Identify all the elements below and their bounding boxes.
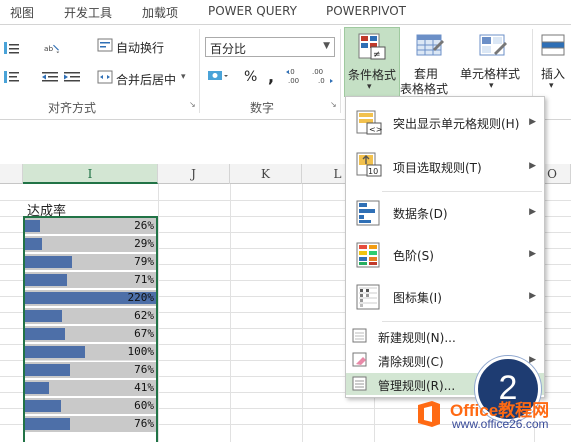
insert-cells-icon	[541, 34, 565, 56]
chevron-down-icon: ▾	[489, 81, 494, 91]
number-group-label: 数字	[250, 101, 275, 115]
group-divider	[340, 29, 341, 113]
percent-style-button[interactable]: %	[244, 69, 257, 85]
menu-label: 图标集(I)	[393, 291, 442, 305]
eraser-icon	[352, 352, 367, 367]
menu-item-new-rule[interactable]: 新建规则(N)...	[346, 325, 544, 347]
increase-indent-icon[interactable]	[64, 70, 80, 84]
alignment-group-label: 对齐方式	[48, 101, 97, 115]
menu-label: 项目选取规则(T)	[393, 161, 482, 175]
conditional-formatting-label: 条件格式	[347, 68, 396, 82]
watermark: Office教程网 www.office26.com	[408, 393, 571, 439]
submenu-arrow-icon: ▶	[529, 117, 536, 127]
conditional-formatting-icon: ≠	[358, 33, 386, 60]
menu-label: 突出显示单元格规则(H)	[393, 117, 520, 131]
office-logo-icon	[418, 401, 440, 427]
table-icon	[416, 34, 444, 56]
icon-sets-icon	[356, 284, 380, 310]
menu-item-color-scales[interactable]: 色阶(S) ▶	[346, 235, 544, 275]
number-format-select[interactable]: 百分比 ▼	[205, 37, 335, 57]
submenu-arrow-icon: ▶	[529, 161, 536, 171]
top-bottom-rules-icon: 10	[356, 152, 382, 177]
submenu-arrow-icon: ▶	[529, 249, 536, 259]
gridline	[230, 184, 231, 442]
currency-icon[interactable]	[207, 69, 229, 83]
insert-button[interactable]: 插入 ▾	[536, 27, 571, 97]
cell-styles-label: 单元格样式	[460, 67, 521, 81]
increase-decimal-icon[interactable]: .0 .00	[286, 67, 306, 85]
chevron-down-icon: ▾	[367, 82, 372, 92]
merge-center-icon[interactable]	[97, 70, 113, 84]
conditional-formatting-button[interactable]: ≠ 条件格式 ▾	[344, 27, 400, 97]
svg-text:<>: <>	[369, 125, 382, 134]
tab-addins[interactable]: 加载项	[142, 4, 178, 21]
highlight-rules-icon: <>	[356, 110, 382, 135]
data-bars-icon	[356, 200, 380, 226]
menu-label: 清除规则(C)	[378, 355, 444, 369]
group-divider	[199, 29, 200, 113]
svg-text:≠: ≠	[373, 50, 381, 60]
color-scales-icon	[356, 242, 380, 268]
decrease-decimal-icon[interactable]: .00 .0	[312, 67, 334, 85]
alignment-launcher-icon[interactable]: ↘	[189, 100, 196, 109]
align-left-icon[interactable]	[4, 70, 20, 84]
format-as-table-button[interactable]: 套用 表格格式	[400, 27, 457, 97]
chevron-down-icon: ▾	[549, 81, 554, 91]
tab-developer[interactable]: 开发工具	[64, 4, 112, 21]
new-rule-icon	[352, 328, 367, 343]
menu-item-data-bars[interactable]: 数据条(D) ▶	[346, 193, 544, 233]
submenu-arrow-icon: ▶	[529, 291, 536, 301]
svg-text:.0: .0	[318, 77, 325, 85]
tab-powerpivot[interactable]: POWERPIVOT	[326, 4, 406, 18]
gridline	[302, 184, 303, 442]
menu-divider	[382, 321, 542, 322]
align-lines-icon[interactable]	[4, 41, 20, 55]
cell-styles-icon	[479, 34, 507, 56]
column-header-i[interactable]: I	[23, 164, 158, 184]
submenu-arrow-icon: ▶	[529, 355, 536, 365]
insert-label: 插入	[541, 67, 566, 81]
number-format-value: 百分比	[210, 42, 247, 56]
menu-label: 色阶(S)	[393, 249, 434, 263]
corner-cell[interactable]	[0, 164, 23, 184]
conditional-formatting-menu: <> 突出显示单元格规则(H) ▶ 10 项目选取规则(T) ▶ 数据条(D) …	[345, 96, 545, 398]
format-as-table-label-2: 表格格式	[400, 82, 449, 96]
svg-text:ab: ab	[44, 44, 53, 53]
menu-label: 数据条(D)	[393, 207, 448, 221]
menu-item-top-bottom-rules[interactable]: 10 项目选取规则(T) ▶	[346, 147, 544, 187]
comma-style-button[interactable]: ,	[268, 67, 274, 86]
svg-text:.0: .0	[288, 68, 295, 76]
ribbon-tab-bar: 视图 开发工具 加载项 POWER QUERY POWERPIVOT	[0, 0, 571, 24]
column-header-j[interactable]: J	[158, 164, 230, 184]
menu-label: 新建规则(N)...	[378, 331, 456, 345]
selection-border	[23, 216, 158, 442]
orientation-icon[interactable]: ab	[44, 41, 60, 55]
decrease-indent-icon[interactable]	[42, 70, 58, 84]
svg-text:10: 10	[368, 167, 378, 176]
menu-label: 管理规则(R)...	[378, 379, 456, 393]
watermark-url: www.office26.com	[452, 417, 549, 431]
gridline	[158, 184, 159, 442]
svg-text:.00: .00	[312, 68, 323, 76]
cell-styles-button[interactable]: 单元格样式 ▾	[460, 27, 526, 97]
merge-center-button[interactable]: 合并后居中	[116, 71, 176, 88]
svg-text:.00: .00	[288, 77, 299, 85]
menu-item-icon-sets[interactable]: 图标集(I) ▶	[346, 277, 544, 317]
tab-view[interactable]: 视图	[10, 4, 34, 21]
merge-dropdown-icon[interactable]: ▾	[181, 72, 186, 82]
wrap-text-icon[interactable]	[97, 38, 113, 52]
menu-item-highlight-rules[interactable]: <> 突出显示单元格规则(H) ▶	[346, 103, 544, 143]
wrap-text-button[interactable]: 自动换行	[116, 39, 164, 56]
menu-divider	[382, 191, 542, 192]
column-header-k[interactable]: K	[230, 164, 302, 184]
manage-rules-icon	[352, 376, 367, 391]
number-launcher-icon[interactable]: ↘	[330, 100, 337, 109]
chevron-down-icon: ▼	[323, 41, 330, 51]
tab-power-query[interactable]: POWER QUERY	[208, 4, 297, 18]
submenu-arrow-icon: ▶	[529, 207, 536, 217]
